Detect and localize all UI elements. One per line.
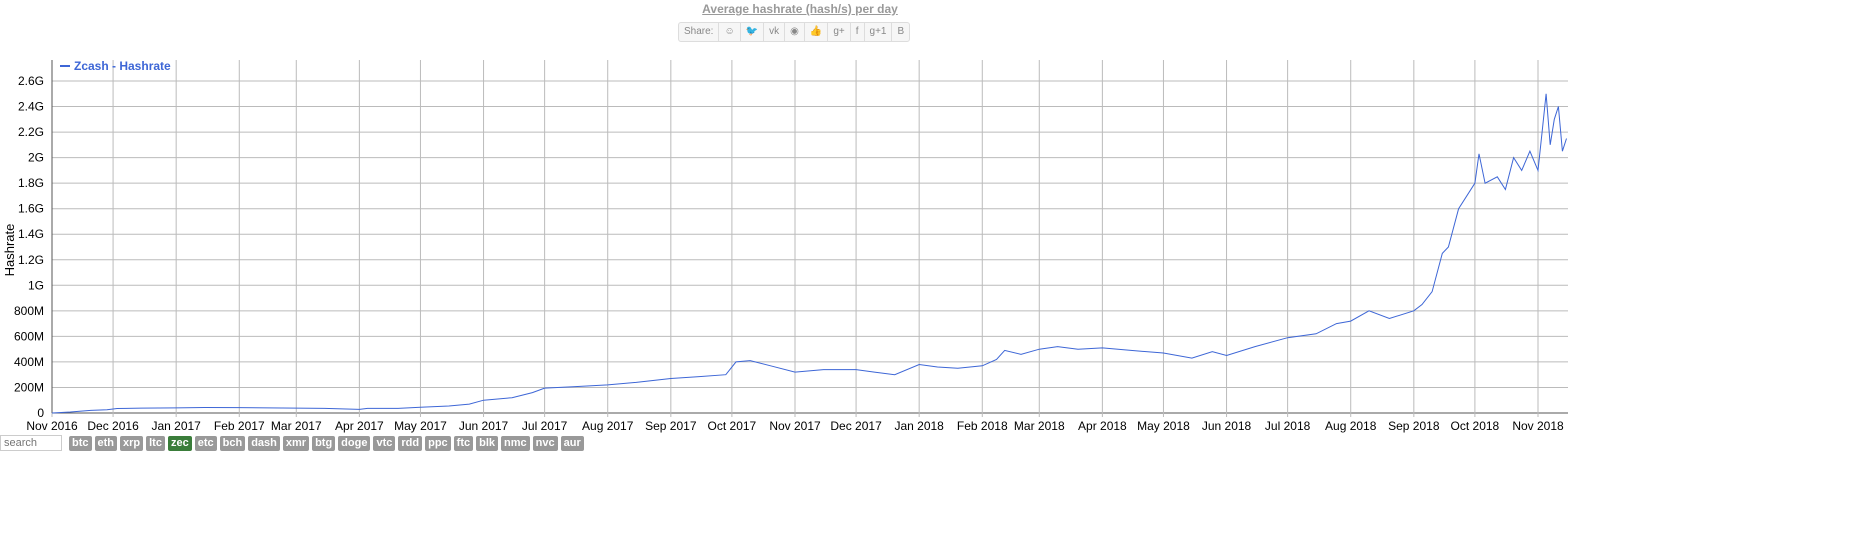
y-tick-label: 2.2G (18, 125, 44, 139)
x-tick-label: Dec 2017 (830, 419, 882, 433)
x-tick-label: Feb 2017 (214, 419, 265, 433)
coin-tag-zec[interactable]: zec (167, 435, 192, 451)
x-tick-label: Nov 2017 (769, 419, 821, 433)
x-tick-label: Mar 2017 (271, 419, 322, 433)
y-tick-label: 400M (14, 355, 44, 369)
coin-tag-eth[interactable]: eth (94, 435, 117, 451)
x-tick-label: Apr 2018 (1078, 419, 1127, 433)
coin-tag-bch[interactable]: bch (219, 435, 246, 451)
y-tick-label: 1G (28, 278, 44, 292)
y-tick-label: 2.4G (18, 100, 44, 114)
y-tick-label: 200M (14, 380, 44, 394)
search-input[interactable] (0, 435, 62, 451)
hashrate-chart: 0 200M 400M 600M 800M 1G 1.2G 1.4G 1.6G 1.8G 2G 2.2… (2, 59, 1568, 433)
x-tick-label: Jan 2018 (894, 419, 944, 433)
x-tick-label: Oct 2017 (708, 419, 757, 433)
coin-tag-nmc[interactable]: nmc (501, 435, 530, 451)
coin-tag-xrp[interactable]: xrp (120, 435, 144, 451)
y-tick-label: 1.2G (18, 253, 44, 267)
x-tick-label: Jul 2018 (1265, 419, 1311, 433)
x-tick-label: Aug 2017 (582, 419, 634, 433)
x-tick-label: Jun 2018 (1202, 419, 1252, 433)
y-tick-label: 2G (28, 151, 44, 165)
x-tick-label: Jul 2017 (522, 419, 568, 433)
coin-tag-doge[interactable]: doge (338, 435, 371, 451)
coin-selector: btcethxrpltczecetcbchdashxmrbtgdogevtcrd… (0, 435, 584, 451)
x-tick-label: Jan 2017 (151, 419, 201, 433)
x-tick-label: Apr 2017 (335, 419, 384, 433)
x-tick-label: Sep 2018 (1388, 419, 1440, 433)
y-tick-label: 1.4G (18, 227, 44, 241)
coin-tag-ftc[interactable]: ftc (453, 435, 474, 451)
coin-tag-etc[interactable]: etc (194, 435, 217, 451)
coin-tag-ppc[interactable]: ppc (425, 435, 451, 451)
x-tick-label: Jun 2017 (459, 419, 509, 433)
coin-tag-btg[interactable]: btg (312, 435, 336, 451)
coin-tag-dash[interactable]: dash (248, 435, 280, 451)
coin-tag-vtc[interactable]: vtc (373, 435, 396, 451)
x-tick-label: Sep 2017 (645, 419, 697, 433)
legend-entry: Zcash - Hashrate (74, 59, 171, 73)
y-tick-label: 600M (14, 329, 44, 343)
x-tick-label: May 2017 (394, 419, 447, 433)
x-tick-label: Aug 2018 (1325, 419, 1377, 433)
y-tick-label: 1.8G (18, 176, 44, 190)
x-tick-label: May 2018 (1137, 419, 1190, 433)
x-tick-label: Mar 2018 (1014, 419, 1065, 433)
coin-tag-aur[interactable]: aur (560, 435, 584, 451)
coin-tag-ltc[interactable]: ltc (146, 435, 165, 451)
coin-tag-nvc[interactable]: nvc (532, 435, 558, 451)
y-tick-label: 2.6G (18, 74, 44, 88)
y-tick-label: 0 (37, 406, 44, 420)
series-line-zcash (51, 93, 1567, 414)
coin-tag-blk[interactable]: blk (476, 435, 499, 451)
x-tick-label: Nov 2018 (1512, 419, 1564, 433)
y-tick-label: 1.6G (18, 202, 44, 216)
x-tick-label: Oct 2018 (1451, 419, 1500, 433)
y-tick-label: 800M (14, 304, 44, 318)
y-axis-title: Hashrate (2, 224, 17, 277)
x-tick-label: Dec 2016 (87, 419, 139, 433)
coin-tag-btc[interactable]: btc (69, 435, 92, 451)
x-tick-label: Feb 2018 (957, 419, 1008, 433)
x-tick-label: Nov 2016 (26, 419, 78, 433)
coin-tag-rdd[interactable]: rdd (398, 435, 423, 451)
coin-tag-xmr[interactable]: xmr (282, 435, 310, 451)
